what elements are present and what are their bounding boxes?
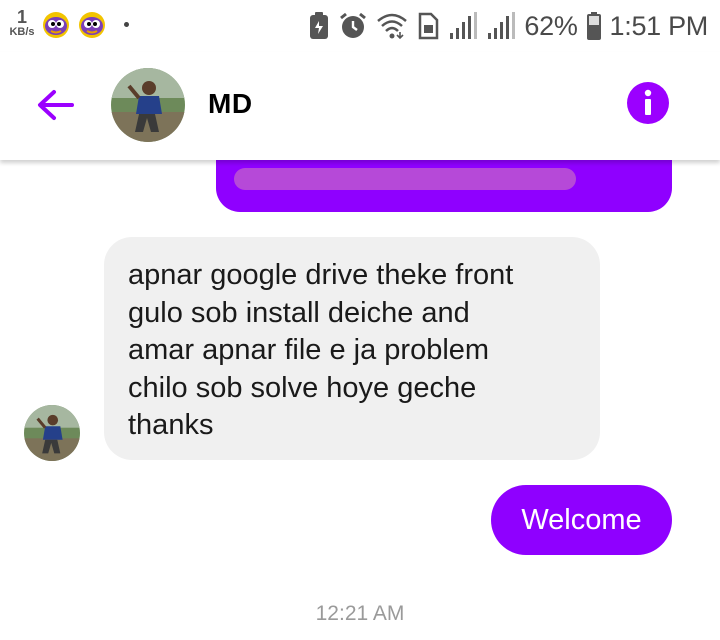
battery-percent: 62% bbox=[524, 10, 578, 41]
redacted-content bbox=[234, 168, 576, 190]
conversation-header: MD bbox=[0, 52, 720, 160]
battery-saver-icon bbox=[310, 12, 329, 39]
signal-icon bbox=[450, 12, 478, 39]
contact-avatar[interactable] bbox=[111, 68, 185, 142]
net-speed-value: 1 bbox=[16, 7, 27, 27]
notification-dot bbox=[124, 22, 129, 27]
sender-avatar[interactable] bbox=[24, 405, 80, 461]
sent-message-bubble[interactable]: Welcome bbox=[491, 485, 672, 555]
message-list[interactable]: apnar google drive theke front gulo sob … bbox=[0, 160, 720, 640]
network-speed-indicator: 1 KB/s bbox=[6, 8, 38, 38]
net-speed-unit: KB/s bbox=[9, 26, 35, 38]
arrow-left-icon[interactable] bbox=[34, 84, 76, 126]
status-bar: 1 KB/s 62% 1:51 PM bbox=[0, 0, 720, 52]
clock: 1:51 PM bbox=[609, 10, 709, 41]
message-timestamp: 12:21 AM bbox=[315, 602, 405, 625]
contact-name: MD bbox=[208, 88, 253, 119]
app-notification-icon bbox=[79, 12, 105, 38]
wifi-icon bbox=[377, 13, 408, 40]
battery-icon bbox=[586, 12, 601, 40]
sim-icon bbox=[419, 12, 439, 40]
signal-icon bbox=[488, 12, 516, 39]
sent-message-bubble[interactable] bbox=[216, 160, 672, 212]
alarm-icon bbox=[340, 12, 367, 38]
info-button[interactable] bbox=[627, 82, 669, 124]
info-icon bbox=[644, 89, 652, 115]
received-message-bubble[interactable]: apnar google drive theke front gulo sob … bbox=[104, 237, 600, 460]
app-notification-icon bbox=[43, 12, 69, 38]
status-icons: 62% 1:51 PM bbox=[308, 8, 708, 44]
